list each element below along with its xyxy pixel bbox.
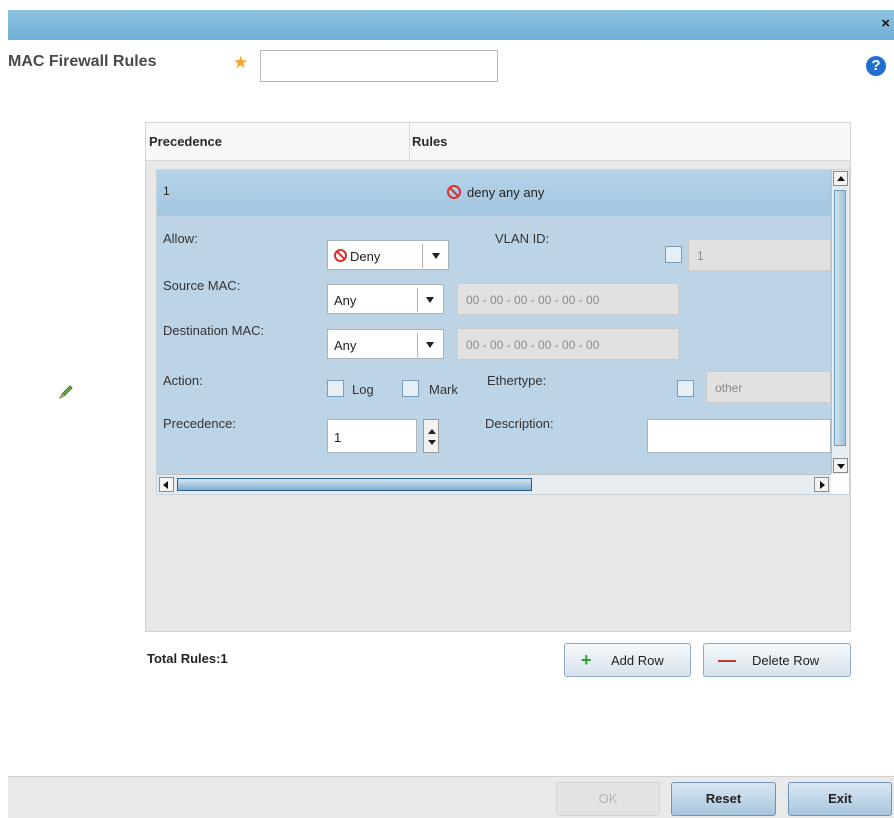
scroll-right-icon[interactable] bbox=[814, 477, 829, 492]
deny-icon bbox=[447, 185, 461, 199]
precedence-spinner[interactable] bbox=[423, 419, 439, 453]
exit-button[interactable]: Exit bbox=[788, 782, 892, 816]
plus-icon: + bbox=[581, 650, 592, 670]
row-precedence: 1 bbox=[163, 184, 170, 198]
reset-button[interactable]: Reset bbox=[671, 782, 776, 816]
close-icon[interactable]: × bbox=[881, 15, 890, 32]
mark-checkbox[interactable] bbox=[402, 380, 419, 397]
column-header-precedence: Precedence bbox=[149, 134, 222, 149]
destination-mac-select[interactable]: Any bbox=[327, 329, 444, 359]
vlan-id-checkbox[interactable] bbox=[665, 246, 682, 263]
table-row[interactable]: 1 deny any any Allow: Deny VLAN ID: 1 So… bbox=[156, 169, 850, 495]
row-rule-text: deny any any bbox=[467, 185, 545, 200]
row-edit-form: Allow: Deny VLAN ID: 1 Source MAC: Any 0… bbox=[157, 216, 831, 474]
horizontal-scrollbar[interactable] bbox=[157, 474, 831, 494]
destination-mac-label: Destination MAC: bbox=[163, 323, 265, 338]
action-label: Action: bbox=[163, 373, 203, 388]
scroll-thumb[interactable] bbox=[177, 478, 532, 491]
add-row-button[interactable]: + Add Row bbox=[564, 643, 691, 677]
vlan-id-label: VLAN ID: bbox=[495, 231, 550, 246]
scroll-thumb[interactable] bbox=[834, 190, 846, 446]
column-header-rules: Rules bbox=[412, 134, 448, 149]
scroll-left-icon[interactable] bbox=[159, 477, 174, 492]
dialog-title-bar: × bbox=[8, 10, 894, 40]
row-summary[interactable]: 1 deny any any bbox=[157, 170, 831, 216]
mark-label: Mark bbox=[429, 382, 458, 397]
help-icon[interactable]: ? bbox=[866, 56, 886, 76]
select-separator bbox=[422, 244, 423, 268]
chevron-down-icon bbox=[432, 253, 440, 259]
log-label: Log bbox=[352, 382, 374, 397]
ok-button[interactable]: OK bbox=[556, 782, 660, 816]
destination-mac-field[interactable]: 00 - 00 - 00 - 00 - 00 - 00 bbox=[457, 328, 679, 360]
precedence-label: Precedence: bbox=[163, 416, 236, 431]
minus-icon: — bbox=[718, 650, 736, 670]
chevron-down-icon bbox=[426, 297, 434, 303]
rules-table: Precedence Rules 1 deny any any Allow: D… bbox=[145, 122, 851, 632]
description-input[interactable] bbox=[647, 419, 831, 453]
source-mac-label: Source MAC: bbox=[163, 278, 241, 293]
table-header: Precedence Rules bbox=[146, 123, 850, 161]
add-row-label: Add Row bbox=[611, 653, 664, 668]
edit-row-icon[interactable] bbox=[58, 384, 74, 400]
source-mac-select-value: Any bbox=[334, 293, 357, 308]
source-mac-field[interactable]: 00 - 00 - 00 - 00 - 00 - 00 bbox=[457, 283, 679, 315]
page-title: MAC Firewall Rules bbox=[8, 53, 157, 70]
vertical-scrollbar[interactable] bbox=[831, 170, 849, 474]
column-divider bbox=[409, 123, 410, 161]
log-checkbox[interactable] bbox=[327, 380, 344, 397]
ethertype-checkbox[interactable] bbox=[677, 380, 694, 397]
chevron-down-icon bbox=[426, 342, 434, 348]
allow-label: Allow: bbox=[163, 231, 198, 246]
total-rules-count: Total Rules:1 bbox=[147, 651, 228, 666]
select-separator bbox=[417, 333, 418, 357]
description-label: Description: bbox=[485, 416, 554, 431]
destination-mac-select-value: Any bbox=[334, 338, 357, 353]
source-mac-select[interactable]: Any bbox=[327, 284, 444, 314]
scroll-down-icon[interactable] bbox=[833, 458, 848, 473]
delete-row-label: Delete Row bbox=[752, 653, 820, 668]
scroll-up-icon[interactable] bbox=[833, 171, 848, 186]
vlan-id-field[interactable]: 1 bbox=[688, 239, 831, 271]
required-star-icon: ★ bbox=[233, 53, 249, 72]
spinner-up-icon[interactable] bbox=[428, 429, 436, 434]
delete-row-button[interactable]: — Delete Row bbox=[703, 643, 851, 677]
spinner-down-icon[interactable] bbox=[428, 440, 436, 445]
deny-icon bbox=[334, 249, 347, 262]
precedence-input[interactable]: 1 bbox=[327, 419, 417, 453]
ethertype-select[interactable]: other bbox=[706, 371, 831, 403]
dialog-footer: OK Reset Exit bbox=[8, 776, 894, 818]
select-separator bbox=[417, 288, 418, 312]
allow-select-value: Deny bbox=[350, 249, 381, 264]
ethertype-label: Ethertype: bbox=[487, 373, 547, 388]
allow-select[interactable]: Deny bbox=[327, 240, 449, 270]
firewall-name-input[interactable] bbox=[260, 50, 498, 82]
